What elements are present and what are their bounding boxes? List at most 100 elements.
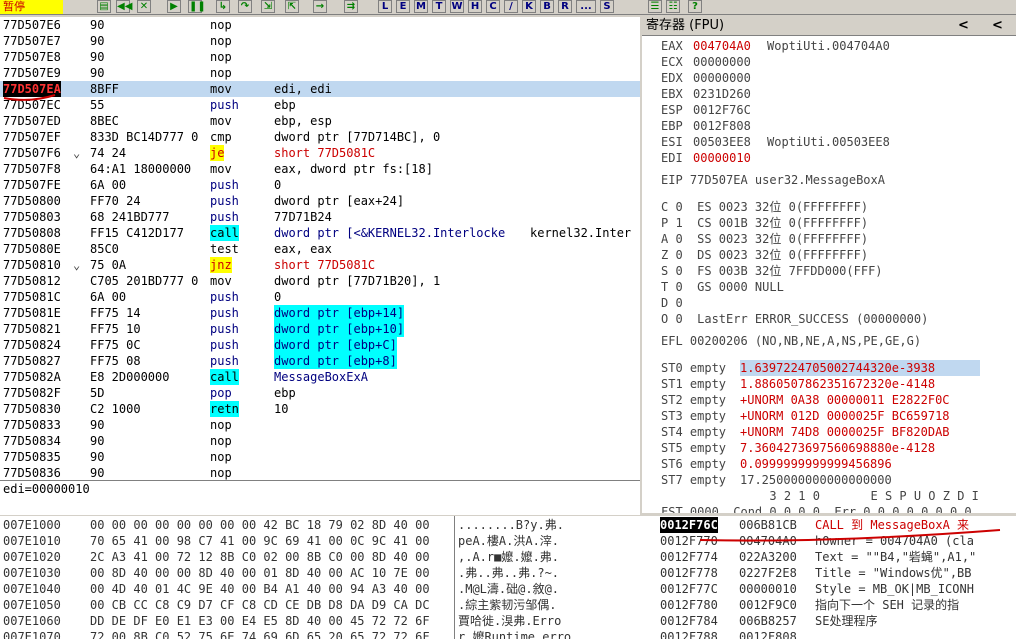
disasm-row[interactable]: 77D507EC 55 push ebp [0, 97, 640, 113]
dump-ascii[interactable]: peA.樓A.洪A.滓. [458, 533, 559, 549]
execute-till-return-icon[interactable]: → [313, 0, 327, 13]
close-icon[interactable]: ✕ [137, 0, 151, 13]
help-icon[interactable]: ? [688, 0, 702, 13]
dump-address[interactable]: 007E1040 [3, 581, 61, 597]
dump-address[interactable]: 007E1000 [3, 517, 61, 533]
fpu-name[interactable]: ST7 empty [661, 472, 726, 488]
register-value[interactable]: 00000000 [693, 70, 751, 86]
stack-value[interactable]: 006B81CB [739, 517, 797, 533]
step-over-icon[interactable]: ↷ [238, 0, 252, 13]
stack-value[interactable]: 004704A0 [739, 533, 797, 549]
register-name[interactable]: EDX [661, 70, 683, 86]
call-stack-window-button[interactable]: K [522, 0, 536, 13]
stack-address[interactable]: 0012F77C [660, 581, 718, 597]
windows-window-button[interactable]: W [450, 0, 464, 13]
flag-row[interactable]: O 0 LastErr ERROR_SUCCESS (00000000) [661, 311, 928, 327]
fst-register[interactable]: FST 0000 Cond 0 0 0 0 Err 0 0 0 0 0 0 0 … [661, 504, 972, 513]
disasm-row[interactable]: 77D507F8 64:A1 18000000 mov eax, dword ptr … [0, 161, 640, 177]
disasm-row[interactable]: 77D50800 FF70 24 push dword ptr [eax+24] [0, 193, 640, 209]
flag-row[interactable]: P 1 CS 001B 32位 0(FFFFFFFF) [661, 215, 868, 231]
stack-value[interactable]: 006B8257 [739, 613, 797, 629]
dump-hex[interactable]: DD DE DF E0 E1 E3 00 E4 E5 8D 40 00 45 7… [90, 613, 430, 629]
register-name[interactable]: ESI [661, 134, 683, 150]
stack-value[interactable]: 0012F808 [739, 629, 797, 639]
fpu-name[interactable]: ST2 empty [661, 392, 726, 408]
stack-comment[interactable]: CALL 到 MessageBoxA 来 [815, 517, 969, 533]
fpu-value[interactable]: 7.3604273697560698880e-4128 [740, 440, 935, 456]
fpu-name[interactable]: ST0 empty [661, 360, 726, 376]
dump-hex[interactable]: 2C A3 41 00 72 12 8B C0 02 00 8B C0 00 8… [90, 549, 430, 565]
disasm-row[interactable]: 77D50810 ⌄ 75 0A jnz short 77D5081C [0, 257, 640, 273]
patches-window-button[interactable]: / [504, 0, 518, 13]
stack-address[interactable]: 0012F770 [660, 533, 718, 549]
fpu-name[interactable]: ST6 empty [661, 456, 726, 472]
flag-row[interactable]: Z 0 DS 0023 32位 0(FFFFFFFF) [661, 247, 868, 263]
registers-nav-right[interactable]: < [992, 17, 1003, 35]
eip-register[interactable]: EIP 77D507EA user32.MessageBoxA [661, 172, 885, 188]
register-value[interactable]: 0012F76C [693, 102, 751, 118]
dump-hex[interactable]: 00 8D 40 00 00 8D 40 00 01 8D 40 00 AC 1… [90, 565, 430, 581]
stack-value[interactable]: 0012F9C0 [739, 597, 797, 613]
dump-address[interactable]: 007E1070 [3, 629, 61, 639]
register-name[interactable]: ESP [661, 102, 683, 118]
dump-address[interactable]: 007E1030 [3, 565, 61, 581]
stack-address[interactable]: 0012F774 [660, 549, 718, 565]
register-value[interactable]: 0231D260 [693, 86, 751, 102]
memory-window-button[interactable]: M [414, 0, 428, 13]
registers-pane[interactable]: 寄存器 (FPU) < < EAX 004704A0 WoptiUti.004704… [642, 17, 1016, 513]
disasm-row[interactable]: 77D507E8 90 nop [0, 49, 640, 65]
disasm-row[interactable]: 77D50824 FF75 0C push dword ptr [ebp+C] [0, 337, 640, 353]
disasm-row[interactable]: 77D50808 FF15 C412D177 call dword ptr [<&KE… [0, 225, 640, 241]
disasm-row[interactable]: 77D5082A E8 2D000000 call MessageBoxExA [0, 369, 640, 385]
fpu-value[interactable]: +UNORM 74D8 0000025F BF820DAB [740, 424, 950, 440]
memory-dump-pane[interactable]: 007E1000 00 00 00 00 00 00 00 00 42 BC 18… [0, 516, 590, 639]
dump-address[interactable]: 007E1060 [3, 613, 61, 629]
run-trace-window-button[interactable]: ... [576, 0, 596, 13]
disassembly-pane[interactable]: 77D507E6 90 nop 77D507E7 90 nop 77D507E8 90 nop 7… [0, 17, 640, 480]
stack-comment[interactable]: Title = "Windows优",BB [815, 565, 972, 581]
fpu-value[interactable]: +UNORM 0A38 00000011 E2822F0C [740, 392, 950, 408]
flag-row[interactable]: C 0 ES 0023 32位 0(FFFFFFFF) [661, 199, 868, 215]
disasm-row[interactable]: 77D507E6 90 nop [0, 17, 640, 33]
handles-window-button[interactable]: H [468, 0, 482, 13]
disasm-row[interactable]: 77D507F6 ⌄ 74 24 je short 77D5081C [0, 145, 640, 161]
flag-row[interactable]: D 0 [661, 295, 683, 311]
register-note[interactable]: WoptiUti.00503EE8 [767, 134, 890, 150]
stack-value[interactable]: 00000010 [739, 581, 797, 597]
register-name[interactable]: EBX [661, 86, 683, 102]
open-icon[interactable]: ▤ [97, 0, 111, 13]
stack-comment[interactable]: 指向下一个 SEH 记录的指 [815, 597, 959, 613]
stack-comment[interactable]: Style = MB_OK|MB_ICONH [815, 581, 974, 597]
efl-register[interactable]: EFL 00200206 (NO,NB,NE,A,NS,PE,GE,G) [661, 333, 921, 349]
dump-ascii[interactable]: ........B?y.弗. [458, 517, 564, 533]
register-value[interactable]: 00000000 [693, 54, 751, 70]
flag-row[interactable]: T 0 GS 0000 NULL [661, 279, 784, 295]
dump-ascii[interactable]: 賈哈徙.湨弗.Erro [458, 613, 561, 629]
fpu-flags-header[interactable]: 3 2 1 0 E S P U O Z D I [661, 488, 979, 504]
dump-hex[interactable]: 00 4D 40 01 4C 9E 40 00 B4 A1 40 00 94 A… [90, 581, 430, 597]
stack-comment[interactable]: Text = ""B4,"砦蝇",A1," [815, 549, 976, 565]
dump-address[interactable]: 007E1050 [3, 597, 61, 613]
disasm-row[interactable]: 77D50812 C705 201BD777 0 mov dword ptr [77D… [0, 273, 640, 289]
disasm-row[interactable]: 77D5082F 5D pop ebp [0, 385, 640, 401]
breakpoints-window-button[interactable]: B [540, 0, 554, 13]
fpu-name[interactable]: ST1 empty [661, 376, 726, 392]
dump-hex[interactable]: 00 CB CC C8 C9 D7 CF C8 CD CE DB D8 DA D… [90, 597, 430, 613]
registers-nav-left[interactable]: < [958, 17, 969, 35]
disasm-row[interactable]: 77D5080E 85C0 test eax, eax [0, 241, 640, 257]
fpu-value[interactable]: 1.6397224705002744320e-3938 [740, 360, 980, 376]
list-icon[interactable]: ☰ [648, 0, 662, 13]
stack-comment[interactable]: hOwner = 004704A0 (cla [815, 533, 974, 549]
pause-icon[interactable]: ❚❚ [188, 0, 206, 13]
disasm-row[interactable]: 77D50821 FF75 10 push dword ptr [ebp+10] [0, 321, 640, 337]
rewind-icon[interactable]: ◀◀ [116, 0, 132, 13]
fpu-name[interactable]: ST5 empty [661, 440, 726, 456]
disasm-row[interactable]: 77D5081C 6A 00 push 0 [0, 289, 640, 305]
disasm-row[interactable]: 77D507FE 6A 00 push 0 [0, 177, 640, 193]
register-value[interactable]: 00503EE8 [693, 134, 751, 150]
register-note[interactable]: WoptiUti.004704A0 [767, 38, 890, 54]
register-name[interactable]: ECX [661, 54, 683, 70]
modules-window-button[interactable]: E [396, 0, 410, 13]
fpu-value[interactable]: +UNORM 012D 0000025F BC659718 [740, 408, 950, 424]
stack-address[interactable]: 0012F76C [660, 517, 718, 533]
